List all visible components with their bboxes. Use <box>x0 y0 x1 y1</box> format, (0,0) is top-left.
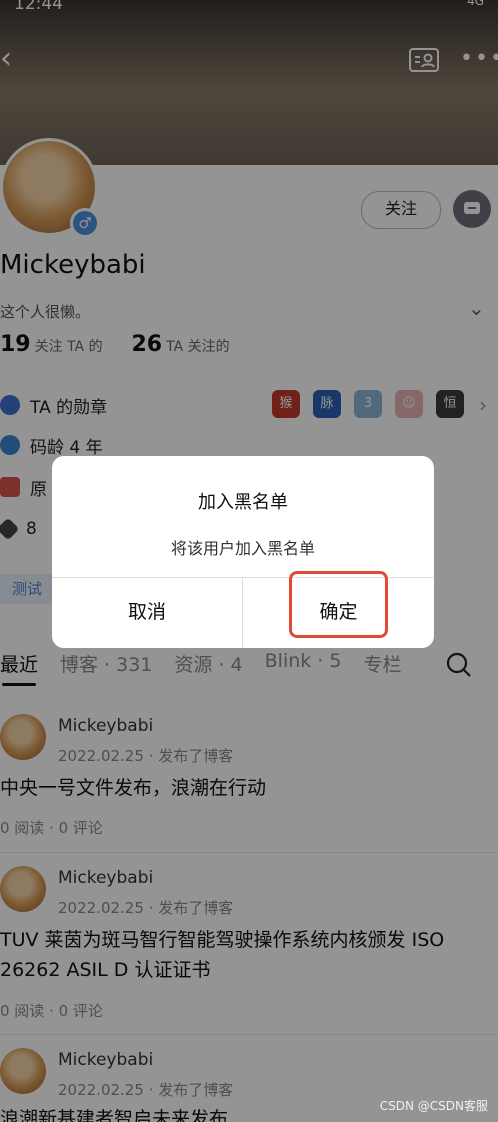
watermark: CSDN @CSDN客服 <box>379 1099 488 1113</box>
confirm-highlight-box <box>289 571 388 638</box>
cancel-button[interactable]: 取消 <box>52 577 242 648</box>
dialog-title: 加入黑名单 <box>198 492 288 513</box>
dialog-message: 将该用户加入黑名单 <box>170 539 315 558</box>
